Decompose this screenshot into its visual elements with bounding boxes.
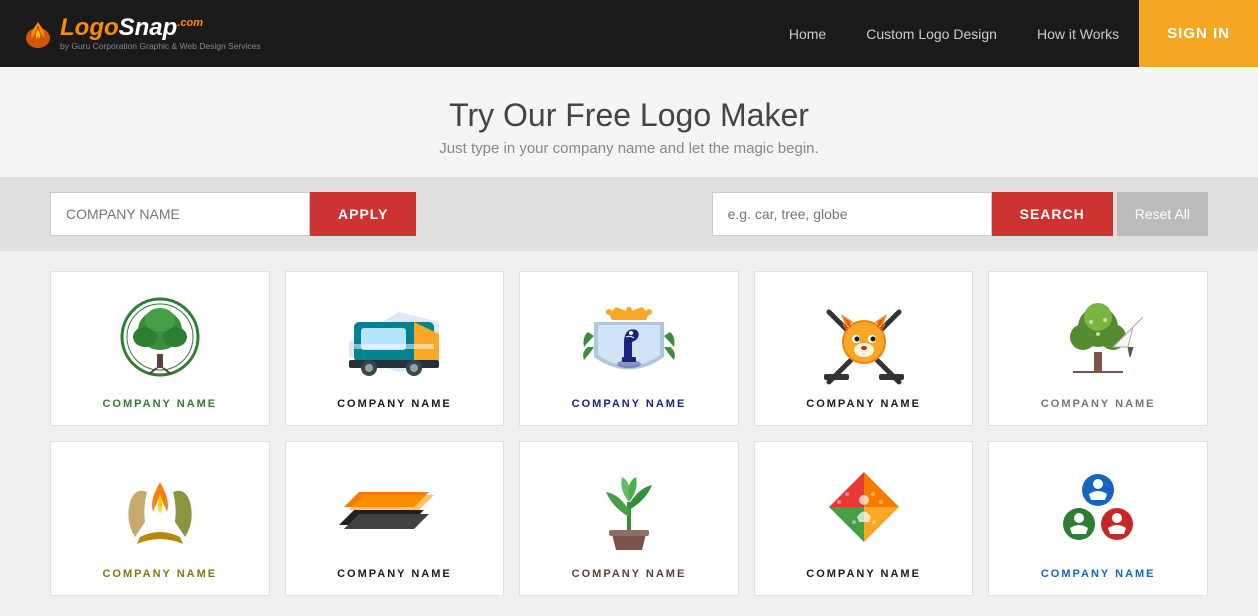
main-nav: Home Custom Logo Design How it Works SIG…: [769, 0, 1258, 67]
logo-image-4: [809, 292, 919, 392]
logo-card-7[interactable]: COMPANY NAME: [285, 441, 505, 596]
apply-button[interactable]: APPLY: [310, 192, 416, 236]
company-name-input[interactable]: [50, 192, 310, 236]
nav-home[interactable]: Home: [769, 0, 846, 67]
logo-card-3-name: COMPANY NAME: [572, 398, 687, 410]
logo-card-10-name: COMPANY NAME: [1041, 568, 1156, 580]
logo-brand: LogoSnap.com: [60, 16, 261, 40]
hero-subtitle: Just type in your company name and let t…: [20, 140, 1238, 157]
logo-card-5-name: COMPANY NAME: [1041, 398, 1156, 410]
logo-card-7-name: COMPANY NAME: [337, 568, 452, 580]
logo-image-6: [105, 462, 215, 562]
logo-image-3: [574, 292, 684, 392]
logo-card-4[interactable]: COMPANY NAME: [754, 271, 974, 426]
logo-tagline: by Guru Corporation Graphic & Web Design…: [60, 41, 261, 51]
logo-card-10[interactable]: COMPANY NAME: [988, 441, 1208, 596]
logo-card-3[interactable]: COMPANY NAME: [519, 271, 739, 426]
logo-image-7: [339, 462, 449, 562]
logo-card-1-name: COMPANY NAME: [102, 398, 217, 410]
keyword-search-input[interactable]: [712, 192, 992, 236]
logo-card-9-name: COMPANY NAME: [806, 568, 921, 580]
nav-custom-logo[interactable]: Custom Logo Design: [846, 0, 1017, 67]
sign-in-button[interactable]: SIGN IN: [1139, 0, 1258, 67]
logo-image-1: [105, 292, 215, 392]
search-bar: APPLY SEARCH Reset All: [0, 177, 1258, 251]
nav-how-it-works[interactable]: How it Works: [1017, 0, 1139, 67]
logo-card-6[interactable]: COMPANY NAME: [50, 441, 270, 596]
logo-card-8[interactable]: COMPANY NAME: [519, 441, 739, 596]
logo-image-10: [1043, 462, 1153, 562]
logo-image-9: [809, 462, 919, 562]
search-button[interactable]: SEARCH: [992, 192, 1113, 236]
logo-image-8: [574, 462, 684, 562]
logo-card-6-name: COMPANY NAME: [102, 568, 217, 580]
logo-image-5: [1043, 292, 1153, 392]
hero-section: Try Our Free Logo Maker Just type in you…: [0, 67, 1258, 177]
logo-card-8-name: COMPANY NAME: [572, 568, 687, 580]
logo-image-2: [339, 292, 449, 392]
logo: LogoSnap.com by Guru Corporation Graphic…: [20, 16, 261, 52]
logo-card-1[interactable]: COMPANY NAME: [50, 271, 270, 426]
logo-card-2-name: COMPANY NAME: [337, 398, 452, 410]
logo-grid: COMPANY NAME COMPANY NAME: [0, 251, 1258, 616]
logo-icon: [20, 16, 56, 52]
logo-card-5[interactable]: COMPANY NAME: [988, 271, 1208, 426]
hero-title: Try Our Free Logo Maker: [20, 97, 1238, 134]
logo-card-4-name: COMPANY NAME: [806, 398, 921, 410]
logo-card-9[interactable]: COMPANY NAME: [754, 441, 974, 596]
logo-card-2[interactable]: COMPANY NAME: [285, 271, 505, 426]
header: LogoSnap.com by Guru Corporation Graphic…: [0, 0, 1258, 67]
reset-button[interactable]: Reset All: [1117, 192, 1208, 236]
